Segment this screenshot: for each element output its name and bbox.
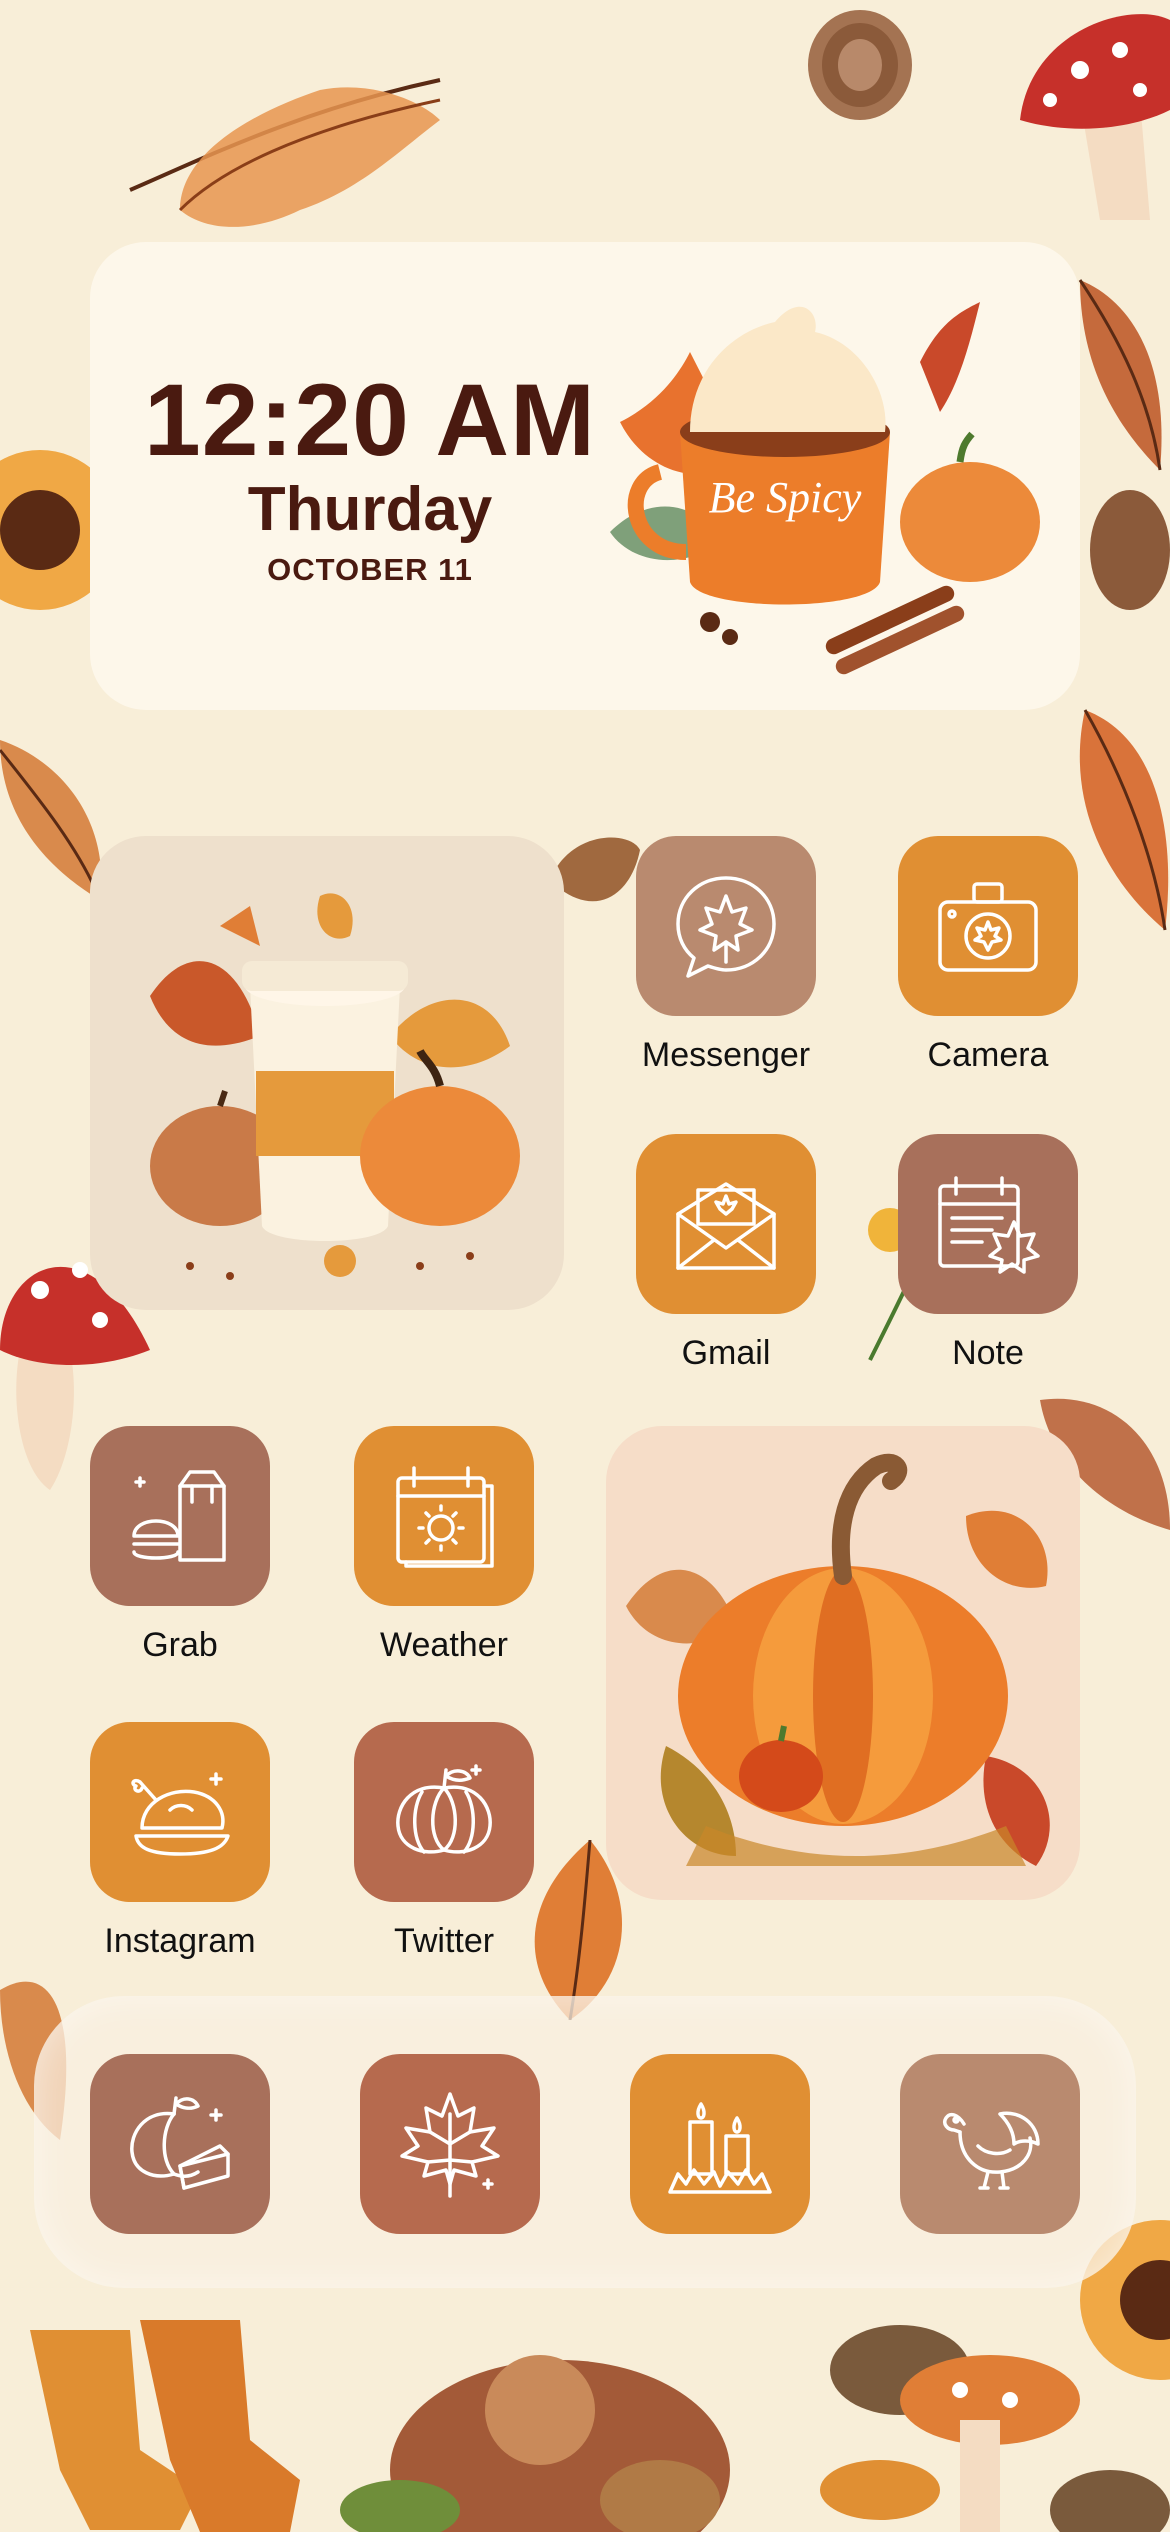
candles-icon	[668, 2102, 772, 2194]
dock-app-2[interactable]	[360, 2054, 540, 2234]
mug-text: Be Spicy	[709, 473, 862, 522]
mushroom-top-right	[1020, 14, 1170, 220]
pumpkin-icon	[396, 1764, 492, 1854]
weekday-label: Thurday	[247, 475, 493, 544]
grab-tile[interactable]	[90, 1426, 270, 1606]
leaf-right-1	[1078, 279, 1162, 471]
dock	[34, 1996, 1136, 2288]
date-label: OCTOBER 11	[267, 552, 473, 587]
time-widget[interactable]: 12:20 AM Thurday OCTOBER 11 Be Spicy	[90, 242, 1080, 710]
weather-label: Weather	[380, 1626, 508, 1664]
clock-time: 12:20 AM	[143, 363, 597, 477]
app-camera[interactable]: Camera	[898, 836, 1078, 1074]
app-instagram[interactable]: Instagram	[90, 1722, 270, 1960]
camera-tile[interactable]	[898, 836, 1078, 1016]
dock-app-4[interactable]	[900, 2054, 1080, 2234]
camera-label: Camera	[927, 1036, 1049, 1074]
app-messenger[interactable]: Messenger	[636, 836, 816, 1074]
pumpkin-leaves-illustration	[626, 1453, 1050, 1866]
app-twitter[interactable]: Twitter	[354, 1722, 534, 1960]
sunflower-left	[0, 450, 90, 610]
gmail-tile[interactable]	[636, 1134, 816, 1314]
grab-label: Grab	[142, 1626, 218, 1664]
maple-leaf-icon	[400, 2092, 500, 2198]
bottom-scene	[30, 2320, 1170, 2532]
dock-tile-3[interactable]	[630, 2054, 810, 2234]
app-gmail[interactable]: Gmail	[636, 1134, 816, 1372]
latte-pumpkin-widget[interactable]	[90, 836, 564, 1310]
twitter-label: Twitter	[393, 1922, 495, 1960]
note-label: Note	[952, 1334, 1024, 1372]
dock-tile-4[interactable]	[900, 2054, 1080, 2234]
twitter-tile[interactable]	[354, 1722, 534, 1902]
camera-icon	[938, 882, 1038, 972]
oak-leaf-top-left	[129, 78, 441, 227]
spice-mug-illustration: Be Spicy	[610, 302, 1040, 675]
sun-calendar-icon	[396, 1466, 494, 1568]
messenger-tile[interactable]	[636, 836, 816, 1016]
dock-tile-2[interactable]	[360, 2054, 540, 2234]
dock-app-3[interactable]	[630, 2054, 810, 2234]
roast-turkey-icon	[131, 1772, 230, 1856]
pumpkin-leaves-widget[interactable]	[606, 1426, 1080, 1900]
burger-bag-icon	[132, 1470, 226, 1562]
weather-tile[interactable]	[354, 1426, 534, 1606]
envelope-icon	[676, 1182, 776, 1270]
pinecone-right	[1090, 490, 1170, 610]
note-tile[interactable]	[898, 1134, 1078, 1314]
gmail-label: Gmail	[681, 1334, 771, 1372]
maple-leaf-chat-icon	[676, 876, 776, 978]
dock-tile-1[interactable]	[90, 2054, 270, 2234]
dock-app-1[interactable]	[90, 2054, 270, 2234]
pinecone-top	[808, 10, 912, 120]
latte-pumpkin-illustration	[150, 893, 520, 1280]
messenger-label: Messenger	[641, 1036, 811, 1074]
app-note[interactable]: Note	[898, 1134, 1078, 1372]
app-weather[interactable]: Weather	[354, 1426, 534, 1664]
instagram-tile[interactable]	[90, 1722, 270, 1902]
calendar-leaf-icon	[938, 1176, 1040, 1274]
pumpkin-pie-icon	[130, 2096, 230, 2190]
app-grab[interactable]: Grab	[90, 1426, 270, 1664]
instagram-label: Instagram	[104, 1922, 256, 1960]
turkey-icon	[942, 2111, 1040, 2190]
